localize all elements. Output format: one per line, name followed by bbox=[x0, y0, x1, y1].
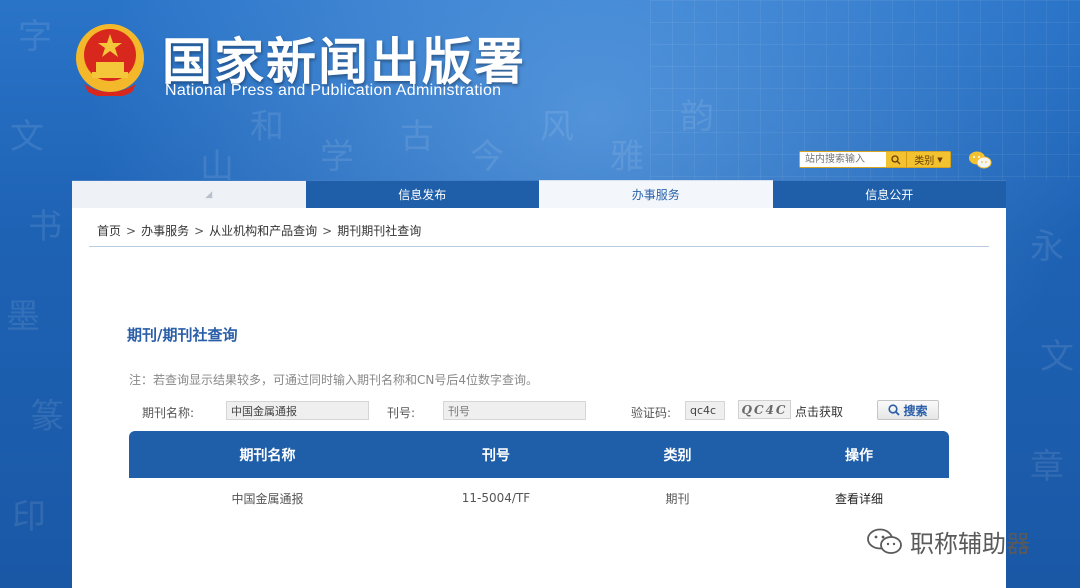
breadcrumb-divider bbox=[89, 246, 989, 247]
watermark: 职称辅助器 bbox=[866, 524, 1030, 559]
site-subtitle: National Press and Publication Administr… bbox=[165, 82, 502, 99]
results-table: 期刊名称 刊号 类别 操作 中国金属通报 11-5004/TF 期刊 查看详细 bbox=[129, 431, 949, 518]
journal-name-label: 期刊名称: bbox=[142, 406, 195, 420]
journal-name-input[interactable]: 中国金属通报 bbox=[226, 401, 369, 420]
view-details-link[interactable]: 查看详细 bbox=[769, 490, 949, 507]
column-header-issn: 刊号 bbox=[482, 447, 510, 464]
captcha-input[interactable]: qc4c bbox=[685, 401, 725, 420]
nav-item-services[interactable]: 办事服务 bbox=[539, 180, 773, 208]
captcha-image[interactable]: QC4C bbox=[738, 400, 791, 419]
search-icon bbox=[888, 404, 901, 416]
national-emblem-icon bbox=[76, 24, 144, 96]
breadcrumb-separator: > bbox=[126, 224, 137, 238]
table-row: 中国金属通报 11-5004/TF 期刊 查看详细 bbox=[129, 478, 949, 518]
column-header-name: 期刊名称 bbox=[239, 447, 296, 464]
site-search-box: 类别 ▼ bbox=[799, 151, 951, 168]
breadcrumb-current[interactable]: 期刊期刊社查询 bbox=[337, 222, 421, 239]
captcha-label: 验证码: bbox=[631, 406, 672, 420]
category-select-label: 类别 bbox=[914, 156, 935, 167]
watermark-text: 职称辅助器 bbox=[910, 530, 1030, 558]
site-search-input[interactable] bbox=[800, 152, 886, 167]
breadcrumb-separator: > bbox=[322, 224, 333, 238]
main-nav: ◢ 信息发布 办事服务 信息公开 bbox=[72, 180, 1006, 208]
nav-item-info-release[interactable]: 信息发布 bbox=[305, 180, 539, 208]
search-icon bbox=[891, 154, 901, 164]
breadcrumb-separator: > bbox=[194, 224, 205, 238]
table-header: 期刊名称 刊号 类别 操作 bbox=[129, 431, 949, 478]
section-title: 期刊/期刊社查询 bbox=[127, 326, 238, 344]
column-header-action: 操作 bbox=[845, 447, 873, 464]
breadcrumb-services[interactable]: 办事服务 bbox=[141, 222, 189, 239]
caret-down-icon: ▼ bbox=[937, 155, 943, 164]
issn-input[interactable]: 刊号 bbox=[443, 401, 586, 420]
captcha-refresh-link[interactable]: 点击获取 bbox=[795, 403, 843, 420]
nav-item-label: 信息发布 bbox=[398, 188, 447, 202]
cell-journal-name: 中国金属通报 bbox=[231, 491, 304, 506]
nav-item-label: 办事服务 bbox=[631, 188, 680, 202]
category-select[interactable]: 类别 ▼ bbox=[906, 152, 950, 167]
corner-triangle-icon: ◢ bbox=[205, 189, 213, 200]
issn-label: 刊号: bbox=[387, 406, 416, 420]
nav-item-home[interactable]: ◢ bbox=[72, 180, 306, 208]
wechat-icon[interactable] bbox=[968, 150, 992, 170]
query-form: 期刊名称: 中国金属通报 刊号: 刊号 验证码: qc4c bbox=[72, 400, 1006, 422]
cell-issn: 11-5004/TF bbox=[461, 491, 531, 505]
site-search-button[interactable] bbox=[886, 152, 906, 167]
search-button[interactable]: 搜索 bbox=[877, 400, 939, 420]
query-note: 注：若查询显示结果较多，可通过同时输入期刊名称和CN号后4位数字查询。 bbox=[129, 373, 538, 387]
nav-item-label: 信息公开 bbox=[865, 188, 914, 202]
column-header-type: 类别 bbox=[663, 447, 692, 464]
breadcrumb-home[interactable]: 首页 bbox=[97, 222, 121, 239]
nav-item-disclosure[interactable]: 信息公开 bbox=[772, 180, 1006, 208]
breadcrumb-institution-query[interactable]: 从业机构和产品查询 bbox=[209, 222, 317, 239]
cell-type: 期刊 bbox=[665, 491, 690, 506]
wechat-outline-icon bbox=[867, 528, 902, 554]
search-button-label: 搜索 bbox=[903, 403, 928, 418]
breadcrumb: 首页 > 办事服务 > 从业机构和产品查询 > 期刊期刊社查询 bbox=[97, 222, 421, 239]
